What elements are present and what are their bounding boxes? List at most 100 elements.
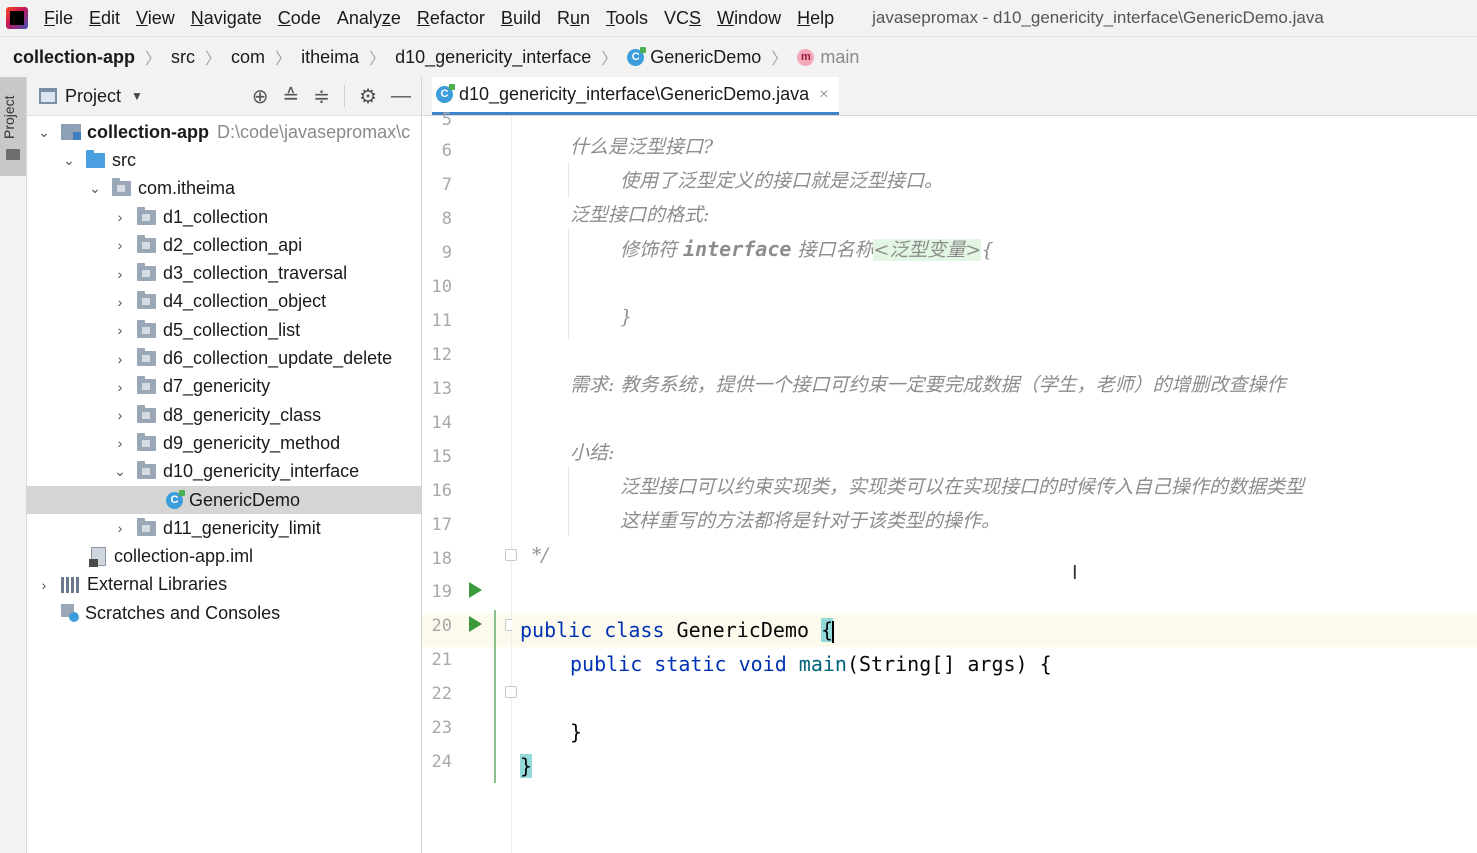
tree-item-label: GenericDemo [189,489,301,510]
run-class-icon[interactable] [469,582,482,598]
menu-mnemonic: T [606,7,615,28]
toolbar-divider [344,85,346,107]
package-icon [137,319,156,338]
module-icon [61,124,81,141]
chevron-right-icon[interactable]: › [113,520,127,536]
tree-item-collection-app[interactable]: ⌄ collection-app D:\code\javasepromax\c [27,118,421,146]
run-main-icon[interactable] [469,616,482,632]
gear-icon[interactable]: ⚙ [359,84,377,109]
breadcrumb-method-label: main [820,46,860,67]
breadcrumb-src[interactable]: src [171,47,195,68]
breadcrumb-com[interactable]: com [231,47,265,68]
tree-item-d7[interactable]: › d7_genericity [27,373,421,401]
menu-vcs[interactable]: VCS [664,8,701,29]
breadcrumb-project[interactable]: collection-app [13,47,135,68]
breadcrumb-class[interactable]: C GenericDemo [627,46,762,68]
tree-item-genericdemo[interactable]: C GenericDemo [27,485,421,515]
package-icon [112,178,131,197]
package-icon [137,517,156,536]
chevron-right-icon[interactable]: › [113,294,127,310]
menu-navigate[interactable]: Navigate [191,8,262,29]
package-icon [137,376,156,395]
tree-item-d2[interactable]: › d2_collection_api [27,231,421,259]
expand-all-icon[interactable]: ≙ [283,84,300,109]
chevron-right-icon[interactable]: › [113,379,127,395]
editor: C d10_genericity_interface\GenericDemo.j… [422,77,1477,853]
tree-item-label: src [112,149,136,170]
tree-item-d1[interactable]: › d1_collection [27,203,421,231]
tree-item-label: collection-app [87,121,210,142]
breadcrumb-method[interactable]: m main [797,47,859,68]
breadcrumb-itheima[interactable]: itheima [301,47,359,68]
hide-panel-icon[interactable]: — [391,85,411,108]
chevron-down-icon[interactable]: ⌄ [62,152,76,169]
comment-keyword: interface [683,237,792,261]
indent-guide [568,466,569,536]
chevron-down-icon[interactable]: ⌄ [113,463,127,480]
tree-item-label: d1_collection [163,206,269,227]
chevron-down-icon[interactable]: ⌄ [88,180,102,197]
chevron-right-icon[interactable]: › [113,322,127,338]
project-tool-tab[interactable]: Project [0,77,26,176]
tree-item-d9[interactable]: › d9_genericity_method [27,429,421,457]
menu-run[interactable]: Run [557,8,590,29]
comment-line-18: */ [532,544,548,566]
tree-item-scratches[interactable]: Scratches and Consoles [27,599,421,627]
chevron-right-icon[interactable]: › [113,237,127,253]
menu-window[interactable]: Window [717,8,781,29]
tree-item-d5[interactable]: › d5_collection_list [27,316,421,344]
tree-item-d6[interactable]: › d6_collection_update_delete [27,344,421,372]
menu-help[interactable]: Help [797,8,834,29]
dropdown-arrow-icon[interactable]: ▼ [131,89,143,103]
tree-item-d3[interactable]: › d3_collection_traversal [27,259,421,287]
line-number: 17 [431,515,452,535]
menu-view[interactable]: View [136,8,175,29]
tree-item-label: External Libraries [87,574,228,595]
chevron-right-icon[interactable]: › [113,435,127,451]
code-keyword: public static void [570,652,787,676]
code-area[interactable]: 什么是泛型接口? 使用了泛型定义的接口就是泛型接口。 泛型接口的格式: 修饰符 … [512,116,1477,853]
line-number: 6 [441,141,452,161]
package-icon [137,404,156,423]
code-line-23: } [520,749,533,783]
project-view-selector[interactable]: Project [65,86,121,107]
chevron-right-icon[interactable]: › [113,209,127,225]
tree-item-src[interactable]: ⌄ src [27,146,421,174]
code-text: (String[] args) { [846,652,1052,676]
vcs-change-marker[interactable] [494,610,496,783]
tab-genericdemo-java[interactable]: C d10_genericity_interface\GenericDemo.j… [432,77,839,115]
tree-item-d4[interactable]: › d4_collection_object [27,288,421,316]
tree-item-d10[interactable]: ⌄ d10_genericity_interface [27,458,421,486]
breadcrumb-class-label: GenericDemo [650,46,762,67]
chevron-right-icon[interactable]: › [113,351,127,367]
menu-code[interactable]: Code [278,8,321,29]
tree-item-label: collection-app.iml [114,546,254,567]
chevron-right-icon: 〉 [205,51,222,68]
indent-guide [568,228,569,340]
close-icon[interactable]: × [819,86,828,104]
menu-mnemonic: V [136,7,148,28]
tree-item-iml[interactable]: collection-app.iml [27,542,421,570]
tree-item-external-libraries[interactable]: › External Libraries [27,571,421,599]
tree-item-com-itheima[interactable]: ⌄ com.itheima [27,175,421,203]
chevron-right-icon[interactable]: › [37,577,51,593]
menu-refactor[interactable]: Refactor [417,8,485,29]
menu-file[interactable]: File [44,8,73,29]
chevron-down-icon[interactable]: ⌄ [37,124,51,141]
tree-item-d8[interactable]: › d8_genericity_class [27,401,421,429]
chevron-right-icon[interactable]: › [113,266,127,282]
menu-tools[interactable]: Tools [606,8,648,29]
package-icon [137,461,156,480]
breadcrumb-package[interactable]: d10_genericity_interface [395,47,591,68]
collapse-all-icon[interactable]: ≑ [313,84,330,109]
locate-file-icon[interactable]: ⊕ [252,84,269,109]
line-number: 14 [431,413,452,433]
indent-guide [568,162,569,198]
chevron-right-icon[interactable]: › [113,407,127,423]
menu-edit[interactable]: Edit [89,8,120,29]
menu-analyze[interactable]: Analyze [337,8,401,29]
menu-bar: File Edit View Navigate Code Analyze Ref… [0,0,1477,36]
tree-item-label: d5_collection_list [163,319,301,340]
menu-build[interactable]: Build [501,8,541,29]
tree-item-d11[interactable]: › d11_genericity_limit [27,514,421,542]
